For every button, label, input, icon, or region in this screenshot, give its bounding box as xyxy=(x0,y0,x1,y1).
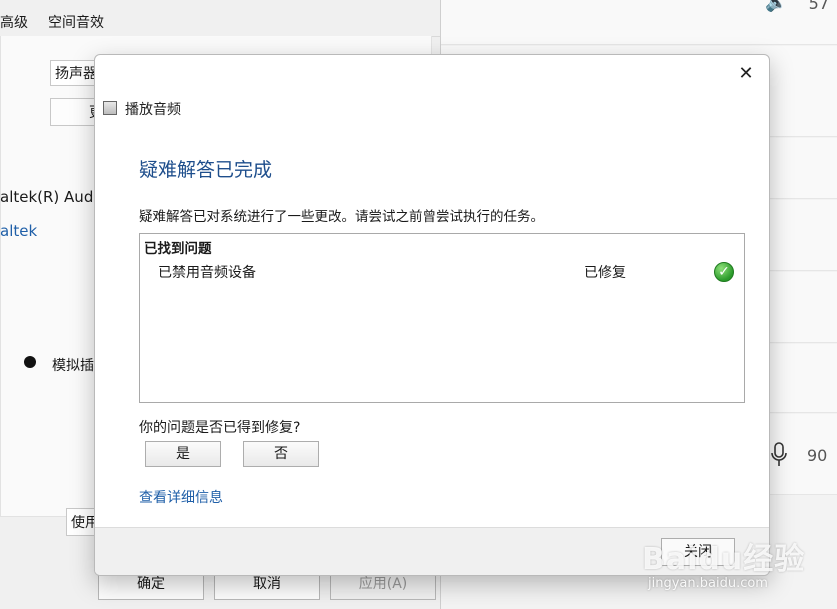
close-icon[interactable]: ✕ xyxy=(735,63,757,85)
dialog-app-title: 播放音频 xyxy=(125,102,181,118)
dialog-description: 疑难解答已对系统进行了一些更改。请尝试之前曾尝试执行的任务。 xyxy=(139,209,544,225)
tab-bar: 高级 空间音效 xyxy=(0,0,440,37)
results-list: 已找到问题 已禁用音频设备 已修复 ✓ xyxy=(139,233,745,403)
settings-card: 🔈 57 xyxy=(441,0,837,45)
results-header: 已找到问题 xyxy=(144,241,212,257)
troubleshooter-dialog: ✕ 播放音频 疑难解答已完成 疑难解答已对系统进行了一些更改。请尝试之前曾尝试执… xyxy=(94,54,770,576)
view-details-link[interactable]: 查看详细信息 xyxy=(139,487,223,507)
status-dot-icon xyxy=(24,356,36,368)
analog-label: 模拟插 xyxy=(52,358,94,374)
yes-button[interactable]: 是 xyxy=(145,441,221,467)
check-icon: ✓ xyxy=(714,262,734,282)
watermark-sub: jingyan.baidu.com xyxy=(648,576,768,591)
no-button[interactable]: 否 xyxy=(243,441,319,467)
watermark-main: Baidu经验 xyxy=(642,542,806,577)
dialog-heading: 疑难解答已完成 xyxy=(139,159,273,181)
speaker-icon[interactable]: 🔈 xyxy=(765,0,789,13)
microphone-volume-value: 90 xyxy=(807,446,828,465)
microphone-icon[interactable] xyxy=(768,442,790,468)
baidu-watermark: Baidu经验 jingyan.baidu.com xyxy=(642,520,832,606)
fixed-question: 你的问题是否已得到修复? xyxy=(139,420,301,436)
list-item: 已禁用音频设备 已修复 ✓ xyxy=(140,258,744,284)
volume-value: 57 xyxy=(808,0,829,13)
tab-advanced[interactable]: 高级 xyxy=(0,12,28,32)
driver-link[interactable]: altek xyxy=(0,222,37,240)
issue-status: 已修复 xyxy=(584,265,626,281)
driver-name: altek(R) Audio xyxy=(0,188,107,206)
issue-name: 已禁用音频设备 xyxy=(158,265,256,281)
audio-app-icon xyxy=(103,101,117,115)
tab-spatial-audio[interactable]: 空间音效 xyxy=(48,12,104,32)
